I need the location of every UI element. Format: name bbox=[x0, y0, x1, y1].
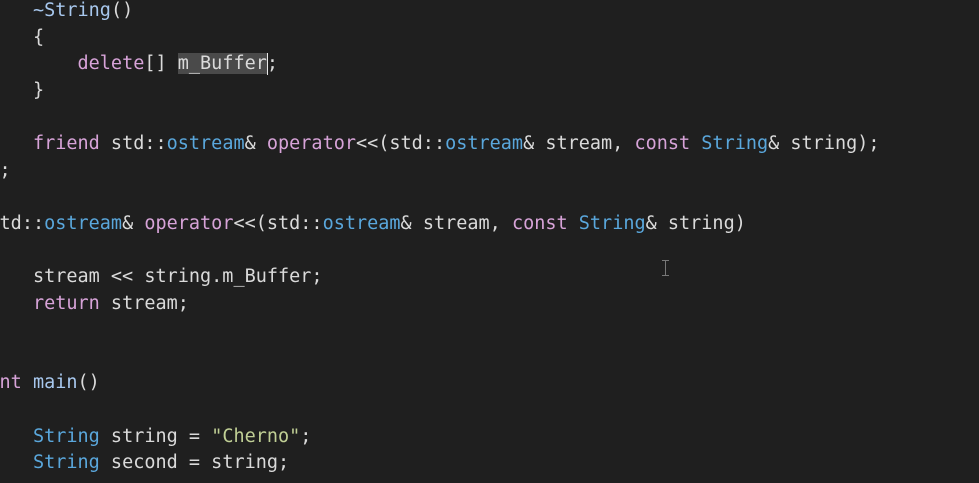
code-line[interactable] bbox=[0, 184, 880, 211]
code-token: string = bbox=[99, 425, 212, 447]
code-token: String bbox=[32, 425, 100, 447]
selected-token: m_Buffer bbox=[177, 53, 267, 75]
code-token: const bbox=[511, 212, 568, 234]
code-token: ostream bbox=[44, 212, 123, 234]
mouse-ibeam-cursor-icon bbox=[662, 260, 669, 276]
code-token: & string) bbox=[645, 212, 746, 234]
code-token: ostream bbox=[322, 212, 401, 234]
code-line[interactable] bbox=[0, 317, 880, 344]
code-token: ; bbox=[266, 53, 279, 75]
code-token: & bbox=[244, 132, 267, 154]
code-token: <<(std:: bbox=[355, 132, 446, 154]
code-token: delete bbox=[77, 53, 145, 75]
code-token: () bbox=[77, 372, 100, 394]
code-token: const bbox=[634, 132, 691, 154]
code-token: } bbox=[32, 79, 45, 101]
code-token: String bbox=[578, 212, 646, 234]
code-token: & bbox=[122, 212, 145, 234]
code-token: "Cherno" bbox=[211, 425, 301, 447]
code-line[interactable]: return stream; bbox=[0, 291, 880, 318]
code-token: second = string; bbox=[99, 452, 290, 474]
code-token: ostream bbox=[166, 132, 245, 154]
code-token: ostream bbox=[445, 132, 524, 154]
code-line[interactable]: } bbox=[0, 78, 880, 105]
code-token: & stream, bbox=[523, 132, 635, 154]
code-token: ~String bbox=[32, 0, 111, 21]
code-line[interactable]: friend std::ostream& operator<<(std::ost… bbox=[0, 131, 880, 158]
code-line[interactable]: std::ostream& operator<<(std::ostream& s… bbox=[0, 211, 880, 238]
code-token: std:: bbox=[99, 132, 167, 154]
code-line[interactable] bbox=[0, 344, 880, 371]
code-token: & stream, bbox=[400, 212, 512, 234]
code-token: <<(std:: bbox=[233, 212, 323, 234]
code-token: operator bbox=[144, 212, 234, 234]
code-line[interactable]: ~String() bbox=[0, 0, 880, 25]
code-token: }; bbox=[0, 159, 11, 181]
code-token: stream << string.m_Buffer; bbox=[0, 265, 323, 287]
code-line[interactable]: int main() bbox=[0, 370, 880, 397]
code-token: stream; bbox=[99, 292, 189, 314]
code-line[interactable]: }; bbox=[0, 158, 880, 185]
code-token: friend bbox=[32, 132, 100, 154]
code-editor[interactable]: ~String() { delete[] m_Buffer; } friend … bbox=[0, 0, 880, 477]
code-line[interactable]: delete[] m_Buffer; bbox=[0, 51, 880, 78]
code-token: String bbox=[701, 132, 769, 154]
code-line[interactable]: stream << string.m_Buffer; bbox=[0, 264, 880, 291]
code-line[interactable] bbox=[0, 104, 880, 131]
code-token: & string); bbox=[768, 132, 880, 154]
code-token: ; bbox=[300, 425, 312, 447]
code-token: std:: bbox=[0, 212, 45, 234]
code-line[interactable]: String second = string; bbox=[0, 450, 880, 477]
code-line[interactable] bbox=[0, 397, 880, 424]
code-line[interactable]: { bbox=[0, 25, 880, 52]
code-token: return bbox=[32, 292, 100, 314]
code-token: { bbox=[32, 26, 45, 48]
code-token: main bbox=[32, 372, 78, 394]
code-token: () bbox=[110, 0, 134, 21]
code-line[interactable] bbox=[0, 237, 880, 264]
code-token: int bbox=[0, 372, 22, 394]
code-token: String bbox=[32, 452, 100, 474]
code-token: [] bbox=[144, 53, 178, 75]
code-line[interactable]: String string = "Cherno"; bbox=[0, 424, 880, 451]
code-token: operator bbox=[266, 132, 356, 154]
